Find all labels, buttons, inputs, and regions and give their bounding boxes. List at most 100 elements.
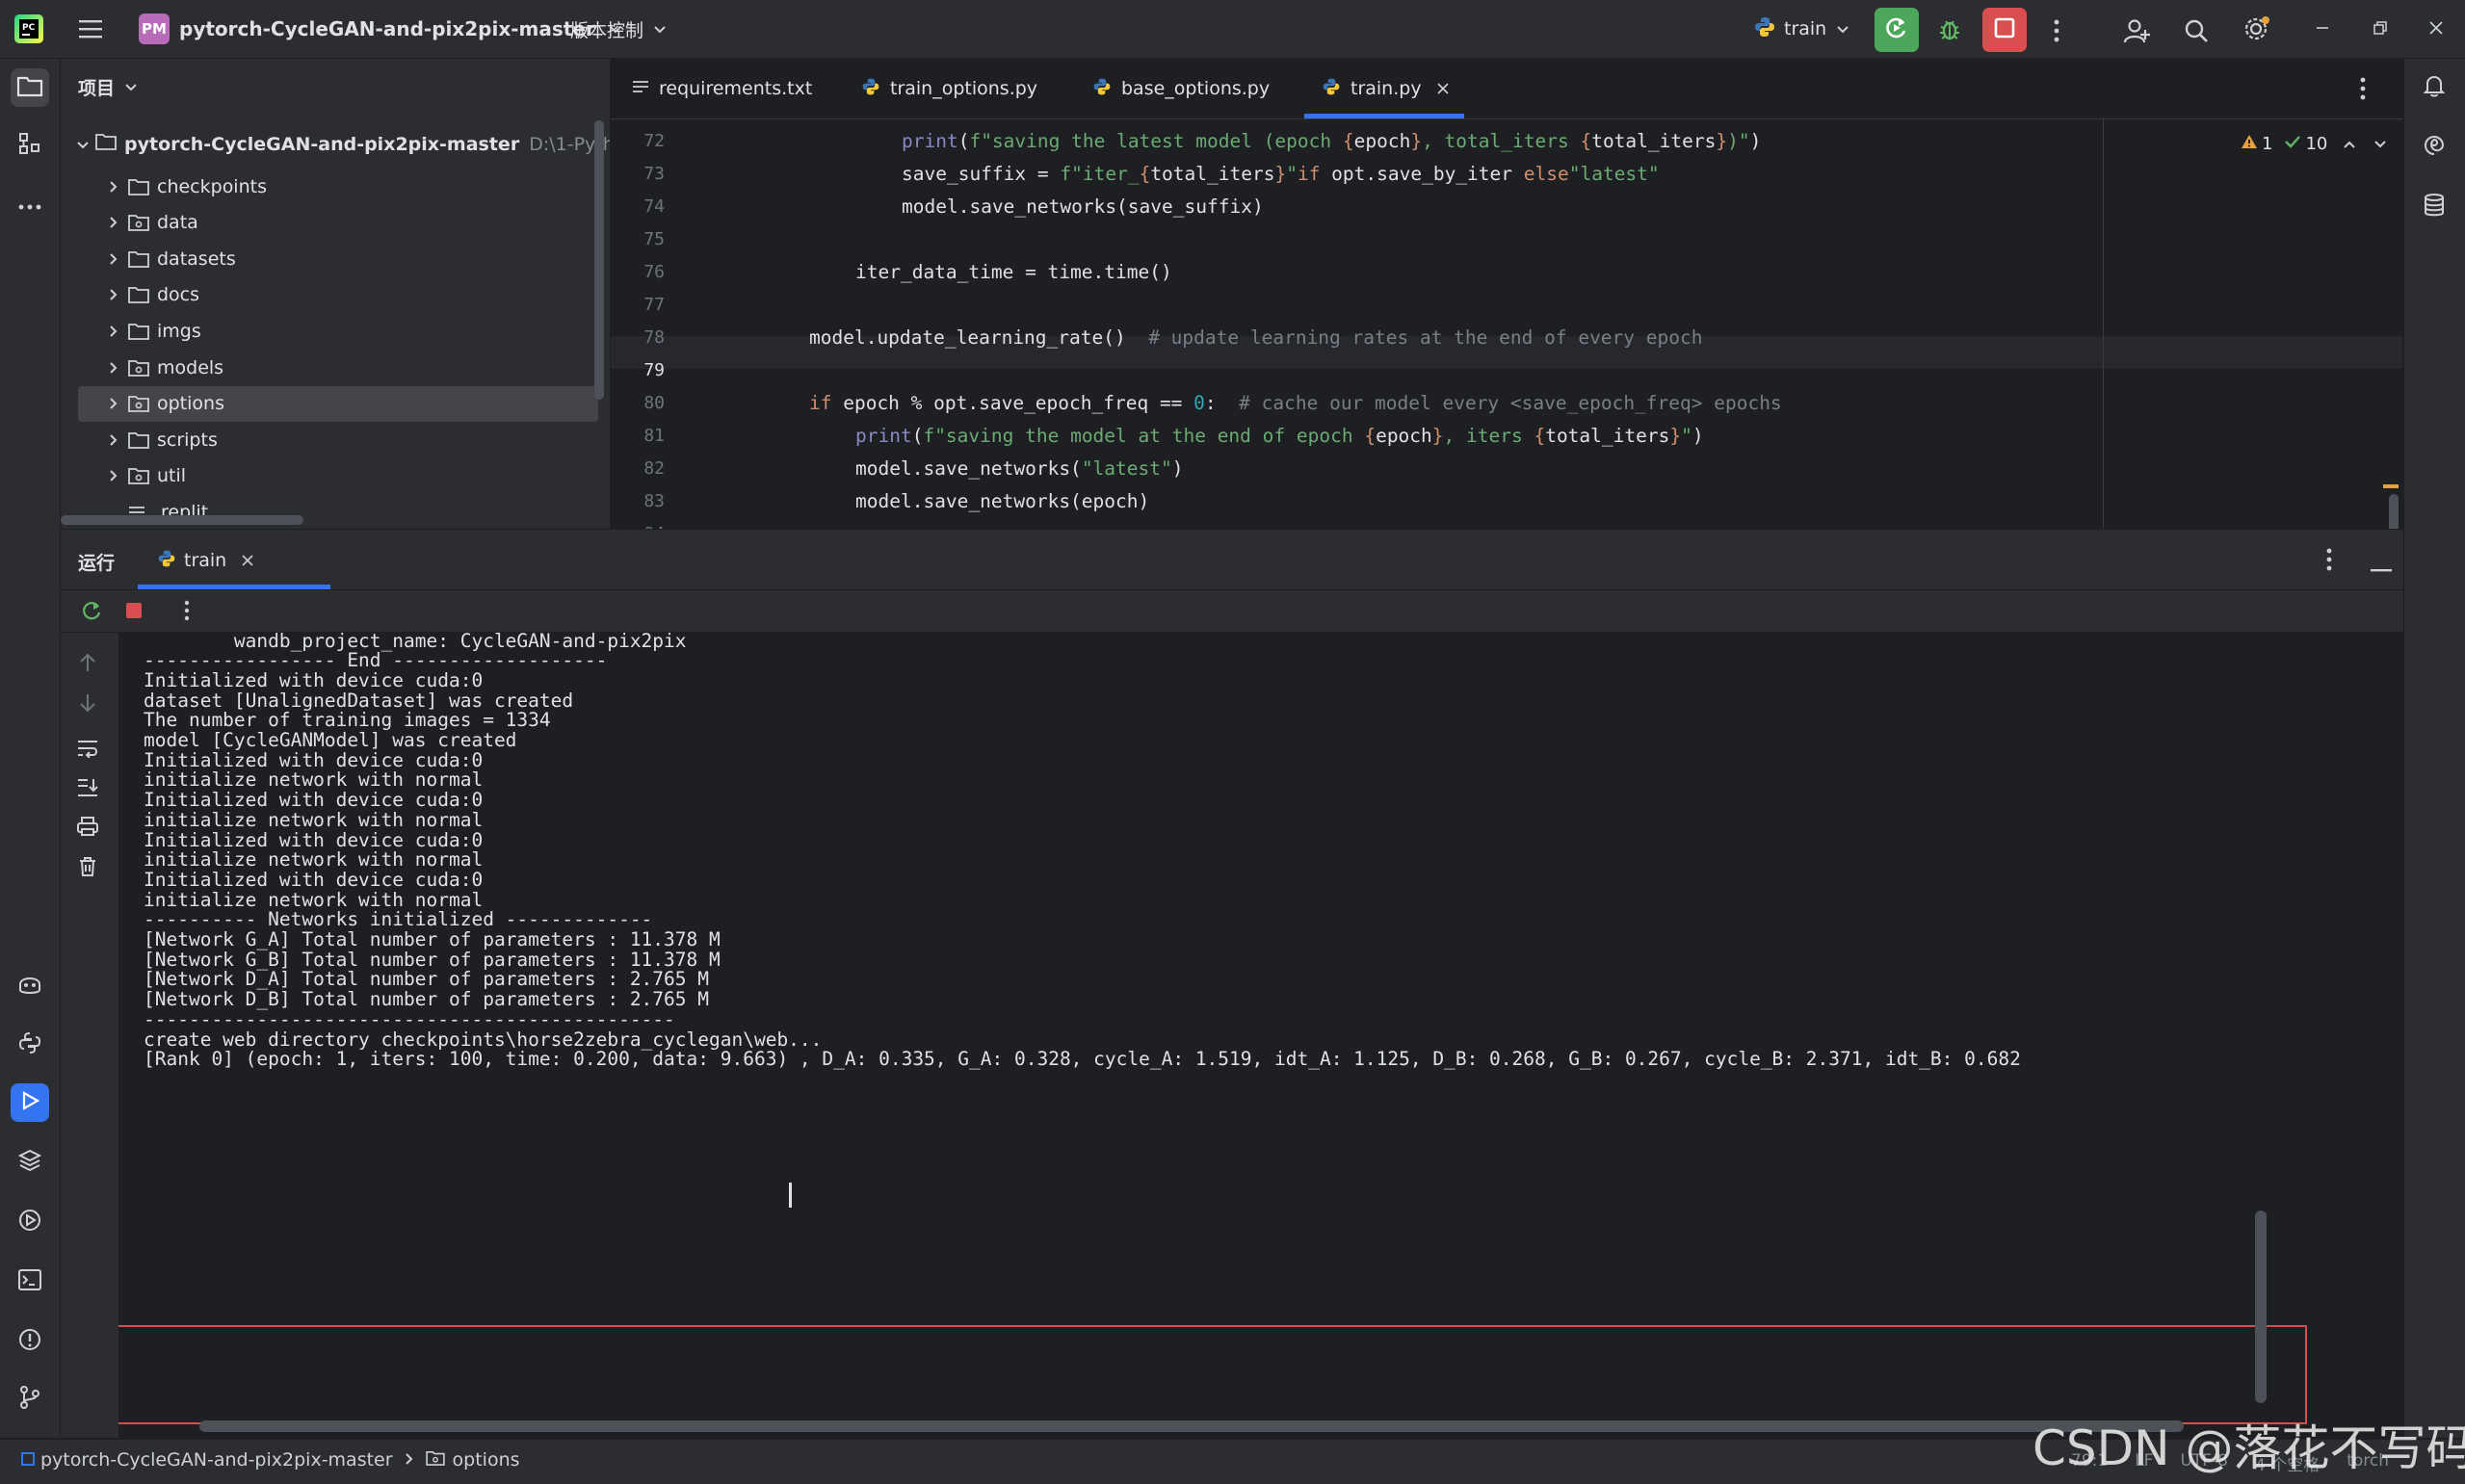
chevron-right-icon[interactable] xyxy=(103,325,124,338)
trash-icon[interactable] xyxy=(78,856,97,881)
bell-icon xyxy=(2422,73,2447,102)
project-view-selector[interactable]: 项目 xyxy=(78,74,138,100)
editor-scrollbar[interactable] xyxy=(2389,494,2399,529)
database-tool-button[interactable] xyxy=(2415,188,2453,226)
services-tool-button[interactable] xyxy=(11,1203,49,1241)
chevron-right-icon[interactable] xyxy=(103,252,124,266)
close-tab-icon[interactable] xyxy=(1437,78,1449,99)
tree-item-label: models xyxy=(157,356,224,378)
chevron-right-icon[interactable] xyxy=(103,433,124,447)
terminal-tool-button[interactable] xyxy=(11,1263,49,1301)
git-tool-button[interactable] xyxy=(11,1380,49,1419)
chevron-right-icon[interactable] xyxy=(103,397,124,410)
tree-item-data[interactable]: data xyxy=(78,205,598,241)
tab-train-py[interactable]: train.py xyxy=(1322,59,1449,118)
chevron-down-icon[interactable] xyxy=(2373,134,2387,154)
pycharm-logo-icon[interactable]: PC xyxy=(13,13,44,44)
breadcrumb: pytorch-CycleGAN-and-pix2pix-master opti… xyxy=(21,1449,520,1471)
soft-wrap-icon[interactable] xyxy=(76,739,99,762)
folder-icon xyxy=(128,250,149,268)
problems-tool-button[interactable] xyxy=(11,1322,49,1361)
run-options-icon[interactable] xyxy=(2326,547,2332,576)
run-config-selector[interactable]: train xyxy=(1753,13,1849,45)
main-menu-icon[interactable] xyxy=(77,15,110,42)
tree-item-checkpoints[interactable]: checkpoints xyxy=(78,169,598,204)
project-horizontal-scrollbar[interactable] xyxy=(61,515,303,525)
close-window-icon[interactable] xyxy=(2422,13,2451,42)
python-packages-tool-button[interactable] xyxy=(11,1143,49,1182)
code-line: print(f"saving the latest model (epoch {… xyxy=(902,129,1762,152)
ai-spiral-icon xyxy=(2422,133,2447,162)
chevron-down-icon xyxy=(1836,20,1849,39)
code-line: save_suffix = f"iter_{total_iters} " if o… xyxy=(902,162,1660,185)
chevron-right-icon[interactable] xyxy=(103,180,124,194)
arrow-up-icon[interactable] xyxy=(78,652,97,677)
more-tools-button[interactable] xyxy=(11,186,49,224)
chevron-right-icon[interactable] xyxy=(103,361,124,375)
stop-icon[interactable] xyxy=(124,601,144,624)
python-console-tool-button[interactable] xyxy=(11,1026,49,1064)
tree-item-docs[interactable]: docs xyxy=(78,277,598,313)
tree-item-models[interactable]: models xyxy=(78,350,598,385)
project-tool-button[interactable] xyxy=(11,68,49,107)
rerun-button[interactable] xyxy=(1875,8,1919,52)
scroll-to-end-icon[interactable] xyxy=(76,777,99,802)
minimize-window-icon[interactable] xyxy=(2308,13,2337,42)
chevron-right-icon[interactable] xyxy=(103,216,124,229)
ok-count: 10 xyxy=(2305,134,2328,154)
tab-base-options[interactable]: base_options.py xyxy=(1092,59,1270,118)
structure-tool-button[interactable] xyxy=(11,126,49,165)
tree-item-scripts[interactable]: scripts xyxy=(78,422,598,457)
chevron-up-icon[interactable] xyxy=(2343,134,2356,154)
project-switcher[interactable]: PM pytorch-CycleGAN-and-pix2pix-master xyxy=(139,13,622,45)
breadcrumb-folder[interactable]: options xyxy=(453,1449,520,1471)
run-panel: 运行 train wandb_project_name: CycleGAN-an… xyxy=(61,530,2403,1438)
run-tool-button[interactable] xyxy=(11,1083,49,1122)
hide-panel-icon[interactable] xyxy=(2371,559,2392,577)
watermark: CSDN @落花不写码 xyxy=(2032,1420,2465,1476)
tree-root[interactable]: pytorch-CycleGAN-and-pix2pix-master D:\1… xyxy=(76,126,610,162)
copilot-tool-button[interactable] xyxy=(11,966,49,1004)
notifications-tool-button[interactable] xyxy=(2415,68,2453,107)
tree-item-options[interactable]: options xyxy=(78,385,598,422)
chevron-right-icon[interactable] xyxy=(103,288,124,301)
debug-button[interactable] xyxy=(1930,12,1969,50)
console-horizontal-scrollbar[interactable] xyxy=(199,1420,2184,1432)
tab-label: base_options.py xyxy=(1121,78,1271,99)
console-vertical-scrollbar[interactable] xyxy=(2255,1211,2267,1403)
inspection-widget[interactable]: 1 10 xyxy=(2241,134,2387,154)
code-line: if epoch % opt.save_epoch_freq == 0: # c… xyxy=(809,391,1782,414)
tree-item-datasets[interactable]: datasets xyxy=(78,241,598,276)
warning-stripe-marker[interactable] xyxy=(2383,484,2399,488)
stop-button[interactable] xyxy=(1982,8,2027,52)
print-icon[interactable] xyxy=(76,816,99,841)
tab-train-options[interactable]: train_options.py xyxy=(861,59,1037,118)
more-actions-icon[interactable] xyxy=(184,599,190,626)
vcs-menu[interactable]: 版本控制 xyxy=(570,13,667,45)
chevron-right-icon[interactable] xyxy=(103,469,124,482)
close-tab-icon[interactable] xyxy=(242,552,253,570)
database-icon xyxy=(2423,193,2446,221)
breadcrumb-project[interactable]: pytorch-CycleGAN-and-pix2pix-master xyxy=(40,1449,393,1471)
tab-requirements[interactable]: requirements.txt xyxy=(632,59,812,118)
tab-options-icon[interactable] xyxy=(2360,76,2366,105)
restore-window-icon[interactable] xyxy=(2366,13,2395,42)
chevron-down-icon xyxy=(76,134,90,155)
search-icon[interactable] xyxy=(2177,12,2216,50)
tree-item-imgs[interactable]: imgs xyxy=(78,313,598,349)
project-vertical-scrollbar[interactable] xyxy=(594,120,604,400)
python-icon xyxy=(1322,77,1341,101)
code-view[interactable]: 72 73 74 75 76 77 78 79 80 81 82 83 84 print(f"savin… xyxy=(611,118,2402,529)
text-caret xyxy=(789,1183,792,1208)
console-output[interactable]: wandb_project_name: CycleGAN-and-pix2pix… xyxy=(118,633,2403,1438)
ai-assistant-tool-button[interactable] xyxy=(2415,128,2453,167)
add-user-icon[interactable] xyxy=(2117,12,2156,50)
run-tab-train[interactable]: train xyxy=(157,541,253,580)
settings-gear-icon[interactable] xyxy=(2237,10,2275,48)
more-actions-icon[interactable] xyxy=(2042,12,2071,50)
tree-item-util[interactable]: util xyxy=(78,458,598,494)
rerun-icon[interactable] xyxy=(80,599,103,626)
python-console-icon xyxy=(17,1030,42,1059)
line-number: 77 xyxy=(643,294,665,315)
arrow-down-icon[interactable] xyxy=(78,692,97,717)
